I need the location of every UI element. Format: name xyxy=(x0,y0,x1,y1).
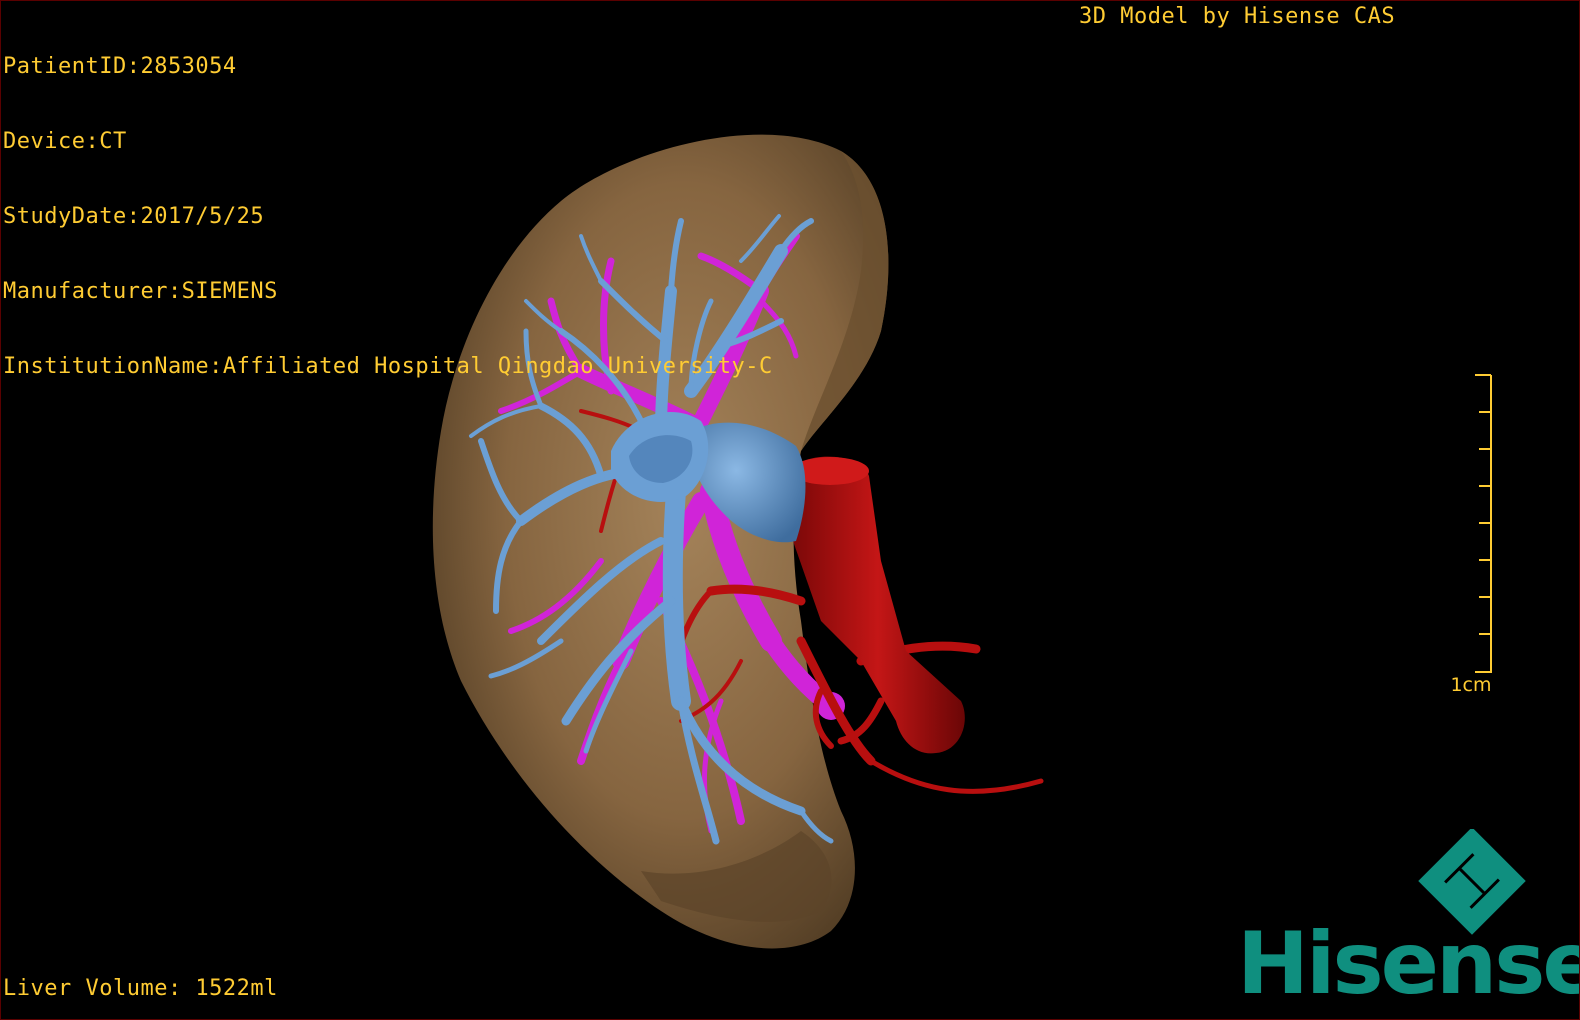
manufacturer: Manufacturer:SIEMENS xyxy=(3,279,278,304)
device: Device:CT xyxy=(3,129,127,154)
3d-viewport[interactable]: PatientID:2853054 Device:CT StudyDate:20… xyxy=(0,0,1580,1020)
study-date: StudyDate:2017/5/25 xyxy=(3,204,265,229)
liver-volume: Liver Volume: 1522ml xyxy=(3,976,278,1001)
scale-bar xyxy=(1475,374,1492,673)
model-credit: 3D Model by Hisense CAS xyxy=(1079,4,1396,29)
institution-name: InstitutionName:Affiliated Hospital Qing… xyxy=(3,354,773,379)
scale-label: 1cm xyxy=(1450,674,1492,696)
patient-info-panel: PatientID:2853054 Device:CT StudyDate:20… xyxy=(3,4,773,429)
patient-id: PatientID:2853054 xyxy=(3,54,237,79)
hisense-logo-text: Hisense xyxy=(1237,914,1580,1014)
